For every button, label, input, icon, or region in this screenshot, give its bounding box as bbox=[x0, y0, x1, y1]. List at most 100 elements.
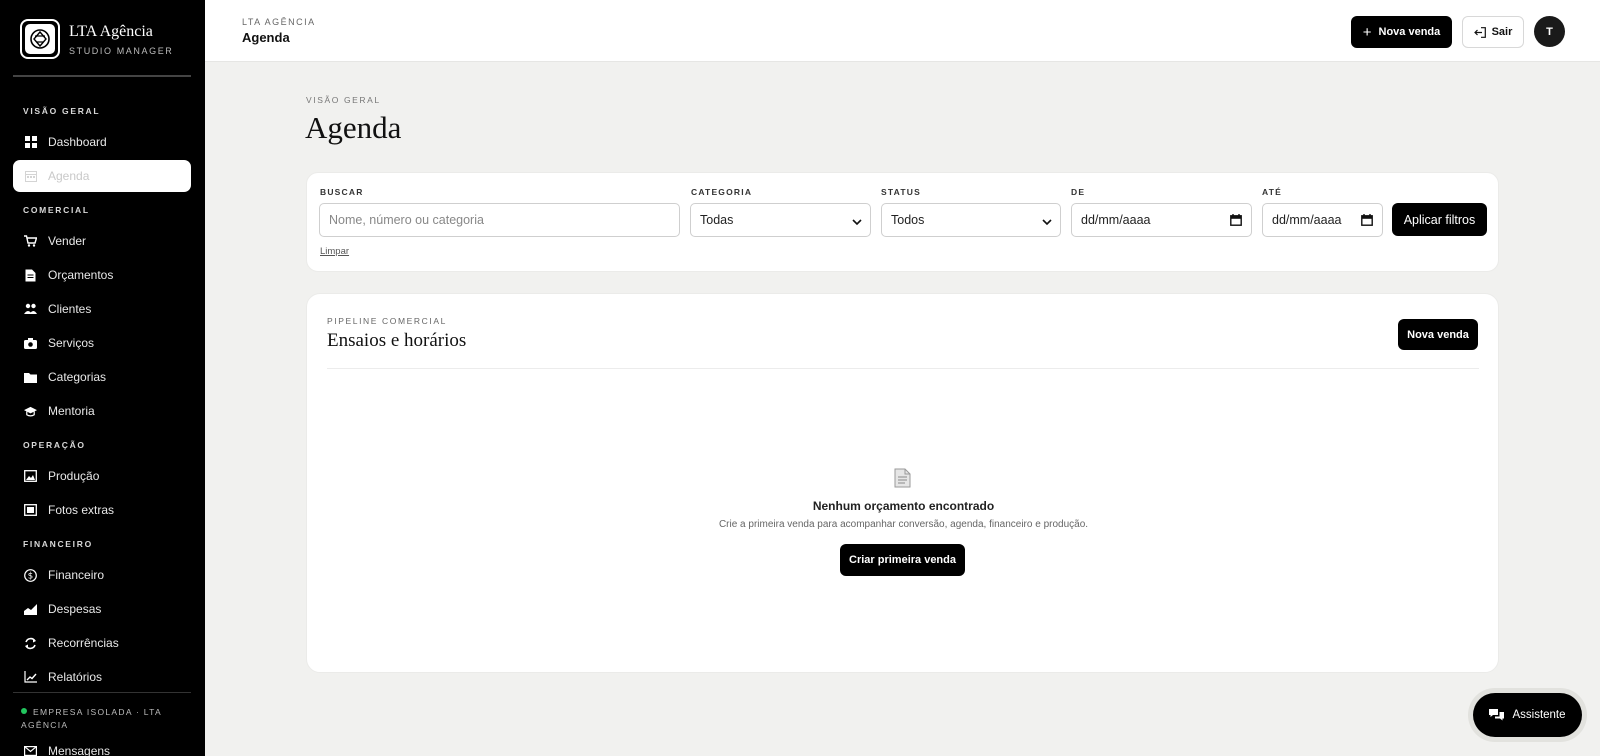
assistant-label: Assistente bbox=[1512, 709, 1566, 721]
search-placeholder: Nome, número ou categoria bbox=[329, 213, 484, 227]
sidebar-item-label: Serviços bbox=[48, 336, 95, 350]
chevron-down-icon bbox=[1042, 215, 1052, 229]
status-dot bbox=[21, 708, 27, 714]
create-first-sale-button[interactable]: Criar primeira venda bbox=[840, 544, 965, 576]
sidebar-item-mentoria[interactable]: Mentoria bbox=[13, 395, 191, 427]
sidebar: LTA Agência STUDIO MANAGER VISÃO GERAL D… bbox=[0, 0, 205, 756]
nav-section-title: COMERCIAL bbox=[23, 205, 90, 215]
brand[interactable]: LTA Agência STUDIO MANAGER bbox=[20, 19, 173, 59]
svg-text:$: $ bbox=[28, 571, 33, 581]
divider bbox=[327, 368, 1479, 369]
mail-icon bbox=[24, 746, 37, 756]
sidebar-item-clientes[interactable]: Clientes bbox=[13, 293, 191, 325]
sidebar-item-categorias[interactable]: Categorias bbox=[13, 361, 191, 393]
sidebar-item-recorrencias[interactable]: Recorrências bbox=[13, 627, 191, 659]
calendar-icon[interactable] bbox=[1230, 214, 1242, 229]
plus-icon: + bbox=[1362, 23, 1372, 41]
sidebar-item-orcamentos[interactable]: Orçamentos bbox=[13, 259, 191, 291]
from-date-label: DE bbox=[1071, 187, 1086, 197]
line-chart-icon bbox=[24, 671, 37, 684]
document-icon bbox=[24, 269, 37, 282]
tenant-status: EMPRESA ISOLADA · LTA AGÊNCIA bbox=[13, 692, 191, 732]
calendar-icon bbox=[24, 170, 37, 183]
to-date-label: ATÉ bbox=[1262, 187, 1282, 197]
to-date-value: dd/mm/aaaa bbox=[1272, 213, 1342, 227]
graduation-cap-icon bbox=[24, 405, 37, 418]
category-select[interactable]: Todas bbox=[690, 203, 871, 237]
brand-emblem-icon bbox=[30, 29, 50, 49]
empty-state-title: Nenhum orçamento encontrado bbox=[812, 499, 995, 513]
sidebar-item-agenda[interactable]: Agenda bbox=[13, 160, 191, 192]
breadcrumb-org: LTA AGÊNCIA bbox=[242, 17, 316, 27]
sidebar-item-label: Relatórios bbox=[48, 670, 103, 684]
calendar-icon[interactable] bbox=[1361, 214, 1373, 229]
sidebar-item-label: Orçamentos bbox=[48, 268, 114, 282]
sidebar-item-dashboard[interactable]: Dashboard bbox=[13, 126, 191, 158]
grid-icon bbox=[24, 136, 37, 149]
dollar-icon: $ bbox=[24, 568, 37, 582]
sidebar-item-label: Mentoria bbox=[48, 404, 95, 418]
sidebar-item-vender[interactable]: Vender bbox=[13, 225, 191, 257]
sidebar-item-label: Fotos extras bbox=[48, 503, 115, 517]
pipeline-kicker: PIPELINE COMERCIAL bbox=[327, 316, 447, 326]
brand-logo bbox=[20, 19, 60, 59]
sidebar-item-relatorios[interactable]: Relatórios bbox=[13, 661, 191, 693]
nav-section-title: OPERAÇÃO bbox=[23, 440, 86, 450]
image-icon bbox=[24, 470, 37, 483]
refresh-icon bbox=[24, 637, 37, 650]
sidebar-item-label: Agenda bbox=[48, 169, 90, 183]
sidebar-item-label: Categorias bbox=[48, 370, 107, 384]
nav-section-title: FINANCEIRO bbox=[23, 539, 93, 549]
from-date-input[interactable]: dd/mm/aaaa bbox=[1071, 203, 1252, 237]
folder-icon bbox=[24, 371, 37, 384]
brand-name: LTA Agência bbox=[69, 23, 153, 40]
category-label: CATEGORIA bbox=[691, 187, 753, 197]
document-icon bbox=[894, 468, 911, 493]
assistant-button[interactable]: Assistente bbox=[1473, 693, 1582, 737]
sidebar-item-servicos[interactable]: Serviços bbox=[13, 327, 191, 359]
sidebar-item-financeiro[interactable]: $ Financeiro bbox=[13, 559, 191, 591]
pipeline-new-sale-button[interactable]: Nova venda bbox=[1398, 319, 1478, 350]
sidebar-item-despesas[interactable]: Despesas bbox=[13, 593, 191, 625]
sidebar-item-fotos-extras[interactable]: Fotos extras bbox=[13, 494, 191, 526]
apply-filters-button[interactable]: Aplicar filtros bbox=[1392, 203, 1487, 236]
sidebar-item-label: Dashboard bbox=[48, 135, 107, 149]
search-input[interactable]: Nome, número ou categoria bbox=[319, 203, 680, 237]
page-kicker: VISÃO GERAL bbox=[306, 95, 381, 105]
sidebar-item-producao[interactable]: Produção bbox=[13, 460, 191, 492]
chat-icon bbox=[1489, 708, 1505, 722]
nav-section-title: VISÃO GERAL bbox=[23, 106, 101, 116]
sidebar-item-label: Mensagens bbox=[48, 744, 111, 756]
sidebar-item-label: Clientes bbox=[48, 302, 92, 316]
sidebar-item-label: Despesas bbox=[48, 602, 102, 616]
sidebar-item-label: Vender bbox=[48, 234, 87, 248]
camera-icon bbox=[24, 337, 37, 350]
sidebar-item-label: Recorrências bbox=[48, 636, 119, 650]
avatar[interactable]: T bbox=[1534, 16, 1565, 47]
sidebar-item-label: Financeiro bbox=[48, 568, 105, 582]
photos-icon bbox=[24, 504, 37, 517]
users-icon bbox=[24, 303, 37, 316]
new-sale-button[interactable]: + Nova venda bbox=[1351, 16, 1452, 48]
breadcrumb-page: Agenda bbox=[242, 30, 290, 45]
logout-button[interactable]: Sair bbox=[1462, 16, 1524, 48]
tenant-status-label: EMPRESA ISOLADA · LTA AGÊNCIA bbox=[21, 707, 162, 730]
category-value: Todas bbox=[700, 213, 734, 227]
status-select[interactable]: Todos bbox=[881, 203, 1061, 237]
logout-label: Sair bbox=[1491, 26, 1513, 38]
brand-divider bbox=[13, 75, 191, 77]
sidebar-nav: VISÃO GERAL Dashboard Agenda COMERCIAL V… bbox=[13, 95, 191, 695]
filter-card: BUSCAR Nome, número ou categoria CATEGOR… bbox=[306, 172, 1499, 272]
cart-icon bbox=[24, 235, 37, 248]
pipeline-title: Ensaios e horários bbox=[327, 330, 467, 351]
clear-filters-link[interactable]: Limpar bbox=[320, 246, 349, 257]
page-title: Agenda bbox=[305, 110, 402, 145]
from-date-value: dd/mm/aaaa bbox=[1081, 213, 1151, 227]
sidebar-item-label: Produção bbox=[48, 469, 100, 483]
sidebar-item-mensagens[interactable]: Mensagens bbox=[24, 744, 110, 756]
topbar: LTA AGÊNCIA Agenda + Nova venda Sair T bbox=[205, 0, 1600, 62]
brand-subtitle: STUDIO MANAGER bbox=[69, 46, 174, 56]
area-chart-icon bbox=[24, 603, 37, 616]
empty-state-subtitle: Crie a primeira venda para acompanhar co… bbox=[718, 519, 1089, 530]
to-date-input[interactable]: dd/mm/aaaa bbox=[1262, 203, 1383, 237]
